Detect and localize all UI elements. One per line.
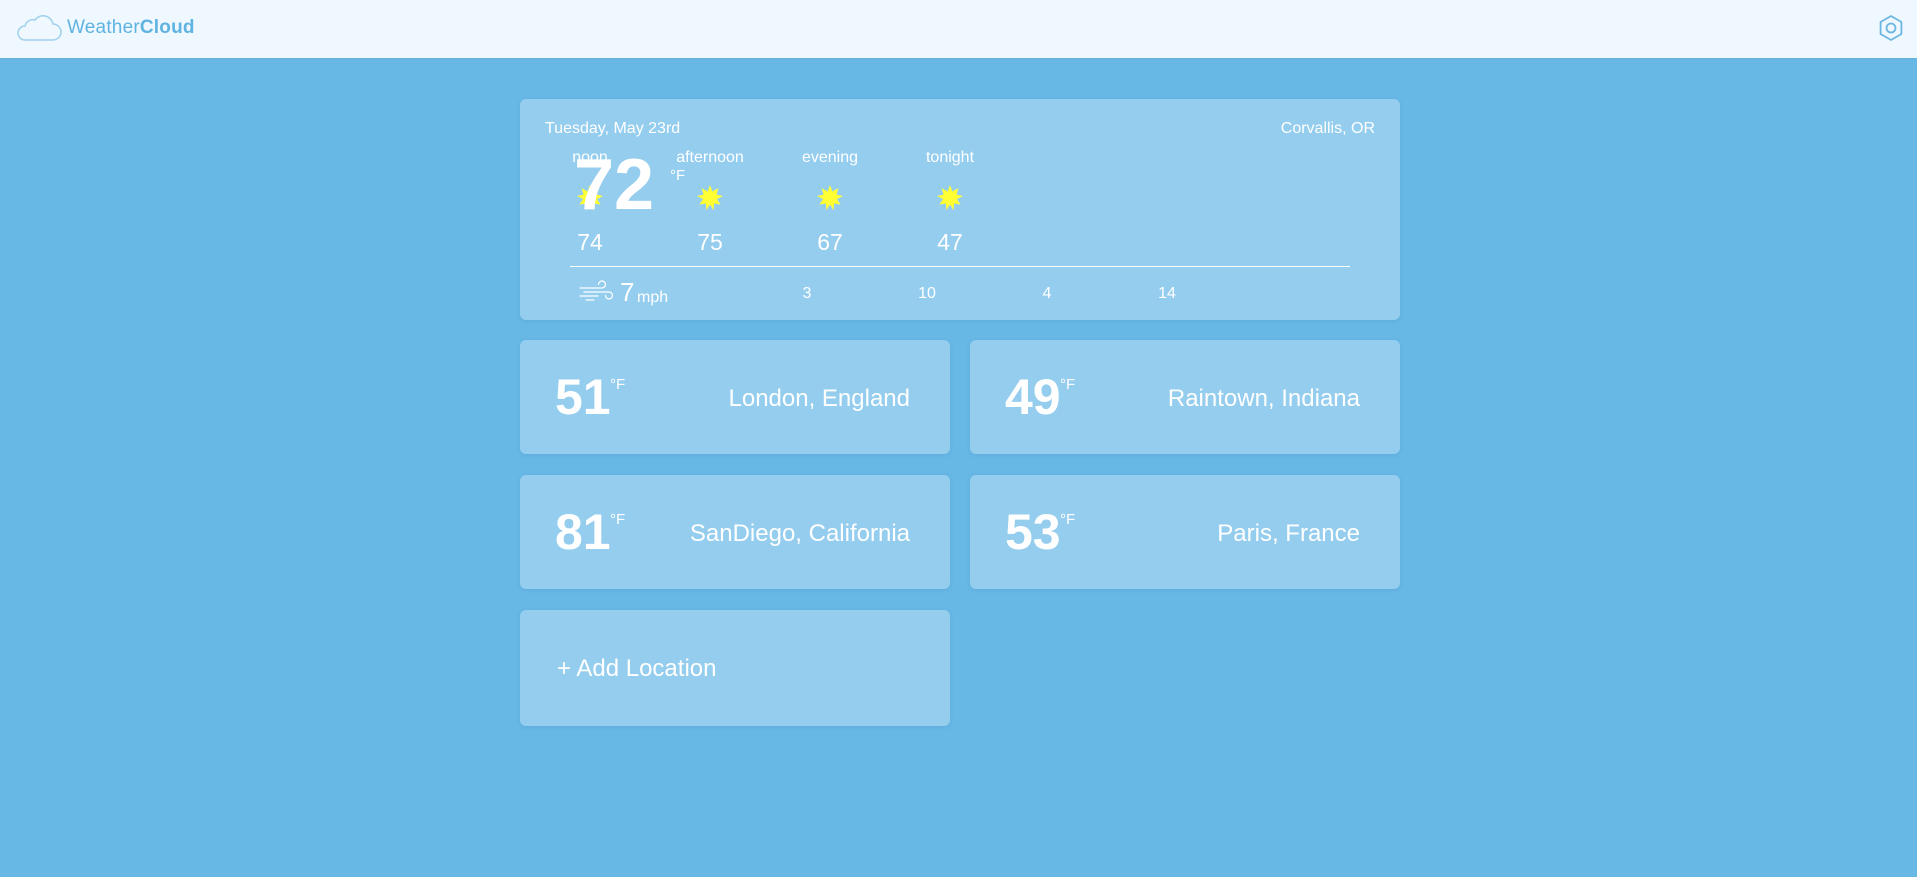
wind-unit: mph <box>637 289 669 306</box>
period-label-evening: evening <box>801 149 859 166</box>
wind-icon <box>579 280 614 301</box>
location-temperature-unit: °F <box>610 376 626 393</box>
location-temperature: 81 <box>555 504 611 560</box>
current-location: Corvallis, OR <box>1280 120 1375 137</box>
period-temp-afternoon: 75 <box>697 229 723 255</box>
location-temperature: 51 <box>555 369 611 425</box>
add-location-button[interactable]: + Add Location <box>520 610 950 726</box>
location-temperature-unit: °F <box>1060 511 1076 528</box>
current-weather-card: Tuesday, May 23rd Corvallis, OR noon aft… <box>520 99 1400 320</box>
app-logo[interactable]: WeatherCloud <box>15 12 195 44</box>
location-temperature-unit: °F <box>1060 376 1076 393</box>
location-temperature: 49 <box>1005 369 1061 425</box>
divider <box>570 266 1350 267</box>
wind-speed: 7 <box>620 277 635 307</box>
period-temp-tonight: 47 <box>937 229 963 255</box>
wind-value: 4 <box>1042 285 1052 302</box>
location-name: London, England <box>728 385 911 412</box>
period-label-tonight: tonight <box>925 149 975 166</box>
wind-value: 3 <box>802 285 812 302</box>
current-temperature: 72 <box>574 145 655 225</box>
cloud-icon <box>17 15 62 41</box>
period-temp-evening: 67 <box>817 229 843 255</box>
gear-icon[interactable] <box>1877 14 1905 42</box>
sun-icon <box>697 185 723 211</box>
location-card-raintown[interactable]: 49 °F Raintown, Indiana <box>970 340 1400 454</box>
wind-value: 10 <box>918 285 936 302</box>
period-label-afternoon: afternoon <box>676 149 744 166</box>
location-name: SanDiego, California <box>689 520 910 547</box>
sun-icon <box>817 185 843 211</box>
location-temperature-unit: °F <box>610 511 626 528</box>
location-card-london[interactable]: 51 °F London, England <box>520 340 950 454</box>
top-bar: WeatherCloud <box>0 0 1917 58</box>
period-temp-noon: 74 <box>577 229 603 255</box>
location-card-paris[interactable]: 53 °F Paris, France <box>970 475 1400 589</box>
location-name: Paris, France <box>1217 520 1360 547</box>
wind-value: 14 <box>1158 285 1176 302</box>
sun-icon <box>937 185 963 211</box>
add-location-label: + Add Location <box>557 655 717 682</box>
current-temperature-unit: °F <box>670 167 686 184</box>
location-card-sandiego[interactable]: 81 °F SanDiego, California <box>520 475 950 589</box>
location-temperature: 53 <box>1005 504 1061 560</box>
app-title: WeatherCloud <box>67 17 195 38</box>
current-date: Tuesday, May 23rd <box>545 120 681 137</box>
location-name: Raintown, Indiana <box>1167 385 1360 412</box>
